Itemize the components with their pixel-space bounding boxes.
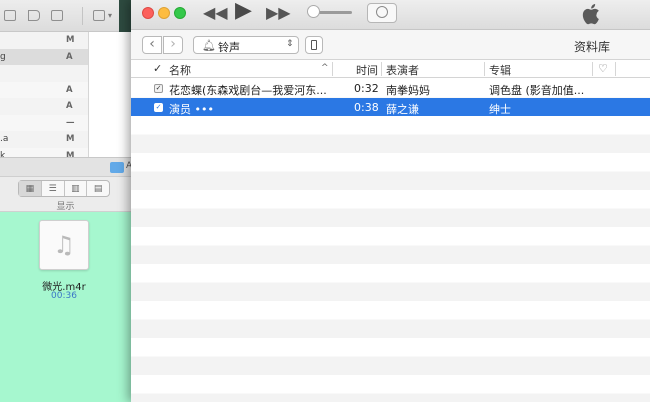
file-duration: 00:36 (51, 291, 77, 301)
back-button[interactable]: ‹ (142, 36, 162, 54)
sort-up-icon: ^ (321, 63, 329, 73)
column-header-artist[interactable]: 表演者 (386, 62, 419, 78)
column-divider (592, 62, 593, 76)
play-icon[interactable]: ▶ (235, 0, 252, 22)
column-divider (332, 62, 333, 76)
column-header-love[interactable]: ♡ (598, 62, 608, 75)
list-item[interactable]: — (0, 114, 88, 131)
music-note-icon: ♫ (53, 231, 75, 259)
table-row[interactable]: ✓ 花恋蝶(东森戏剧台—我爱河东... 0:32 南拳妈妈 调色盘 (影音加值.… (131, 79, 650, 98)
airplay-button[interactable] (367, 3, 397, 23)
icon-view-icon: ▦ (25, 183, 35, 194)
apple-logo-icon (582, 4, 599, 25)
view-switcher-bar: ▦ ☰ ▥ ▤ 显示 (0, 177, 131, 212)
song-album: 调色盘 (影音加值... (489, 84, 585, 97)
column-header-album[interactable]: 专辑 (489, 62, 511, 78)
comment-icon[interactable] (51, 10, 63, 21)
rewind-icon[interactable]: ◀◀ (203, 3, 228, 23)
column-view-button[interactable]: ▥ (65, 181, 88, 196)
finder-titlebar: A (0, 157, 131, 177)
tag-icon[interactable] (28, 10, 40, 21)
forward-button[interactable]: › (163, 36, 183, 54)
airplay-icon (376, 6, 388, 18)
library-tab[interactable]: 资料库 (574, 38, 610, 55)
gallery-view-button[interactable]: ▤ (87, 181, 109, 196)
media-type-selector[interactable]: 🔔︎ 铃声 ⇕ (193, 36, 299, 54)
gallery-view-icon: ▤ (93, 183, 103, 194)
song-name: 花恋蝶(东森戏剧台—我爱河东... (169, 84, 327, 97)
background-detail-pane (89, 32, 131, 157)
media-type-label: 铃声 (218, 41, 240, 54)
column-divider (484, 62, 485, 76)
fast-forward-icon[interactable]: ▶▶ (266, 3, 291, 23)
column-header-time[interactable]: 时间 (356, 62, 378, 78)
finder-content: ♫ 微光.m4r 00:36 (0, 212, 131, 402)
background-file-list: M gA A A — .a M kM (0, 32, 88, 164)
list-item[interactable]: gA (0, 48, 88, 65)
song-name: 演员 ••• (169, 102, 214, 116)
list-view-icon: ☰ (48, 183, 57, 194)
column-header-check[interactable]: ✓ (153, 62, 162, 75)
list-item[interactable]: A (0, 98, 88, 115)
column-header-name[interactable]: 名称 (169, 62, 191, 78)
grid-view-icon[interactable] (93, 10, 105, 21)
minimize-button[interactable] (158, 7, 170, 19)
song-artist: 南拳妈妈 (386, 84, 430, 97)
iphone-icon (311, 40, 317, 50)
view-switcher: ▦ ☰ ▥ ▤ (18, 180, 110, 197)
zoom-button[interactable] (174, 7, 186, 19)
list-view-button[interactable]: ☰ (42, 181, 65, 196)
list-item-status: — (66, 117, 75, 128)
list-item[interactable]: .a M (0, 131, 88, 148)
list-item-status: A (66, 101, 73, 111)
column-divider (381, 62, 382, 76)
background-toolbar: ▾ (0, 0, 131, 32)
list-item-status: M (66, 35, 75, 45)
list-item[interactable]: A (0, 81, 88, 98)
device-button[interactable] (305, 36, 323, 54)
navigation-bar: ‹ › 🔔︎ 铃声 ⇕ 资料库 (131, 30, 650, 60)
table-row[interactable]: ✓ 演员 ••• 0:38 薛之谦 绅士 (131, 97, 650, 116)
column-divider (615, 62, 616, 76)
chevron-down-icon[interactable]: ▾ (108, 11, 112, 20)
song-time: 0:38 (354, 100, 379, 114)
list-item-name: .a (0, 134, 9, 144)
column-view-icon: ▥ (71, 183, 80, 194)
bell-icon: 🔔︎ (202, 39, 216, 52)
row-checkbox[interactable]: ✓ (154, 84, 163, 93)
list-item-status: A (66, 84, 73, 95)
list-item[interactable]: M (0, 32, 88, 49)
list-view-icon[interactable] (4, 10, 16, 21)
list-item-status: M (66, 134, 75, 144)
view-label: 显示 (56, 202, 75, 212)
row-checkbox[interactable]: ✓ (154, 102, 163, 112)
chevron-left-icon: ‹ (149, 36, 155, 52)
list-item[interactable] (0, 65, 88, 82)
itunes-window: ◀◀ ▶ ▶▶ ‹ › 🔔︎ 铃声 ⇕ 资料库 ✓ 名称 ^ 时间 表演者 专辑… (131, 0, 650, 402)
list-item-name: g (0, 51, 6, 62)
song-list: ✓ 花恋蝶(东森戏剧台—我爱河东... 0:32 南拳妈妈 调色盘 (影音加值.… (131, 79, 650, 402)
icon-view-button[interactable]: ▦ (19, 181, 42, 196)
folder-icon (110, 162, 124, 173)
song-time: 0:32 (354, 82, 379, 95)
table-header: ✓ 名称 ^ 时间 表演者 专辑 ♡ (131, 60, 650, 78)
window-edge-strip (119, 0, 131, 32)
song-album: 绅士 (489, 102, 511, 116)
close-button[interactable] (142, 7, 154, 19)
list-item-status: A (66, 51, 73, 62)
background-finder-window: ▾ M gA A A — .a M kM A ▦ ☰ ▥ ▤ 显示 ♫ 微光.m4… (0, 0, 131, 402)
toolbar-divider (82, 7, 83, 25)
chevron-right-icon: › (170, 36, 176, 52)
song-artist: 薛之谦 (386, 102, 419, 116)
volume-knob[interactable] (307, 5, 320, 18)
file-thumbnail[interactable]: ♫ (39, 220, 89, 270)
titlebar: ◀◀ ▶ ▶▶ (131, 0, 650, 30)
updown-arrows-icon: ⇕ (286, 39, 294, 49)
